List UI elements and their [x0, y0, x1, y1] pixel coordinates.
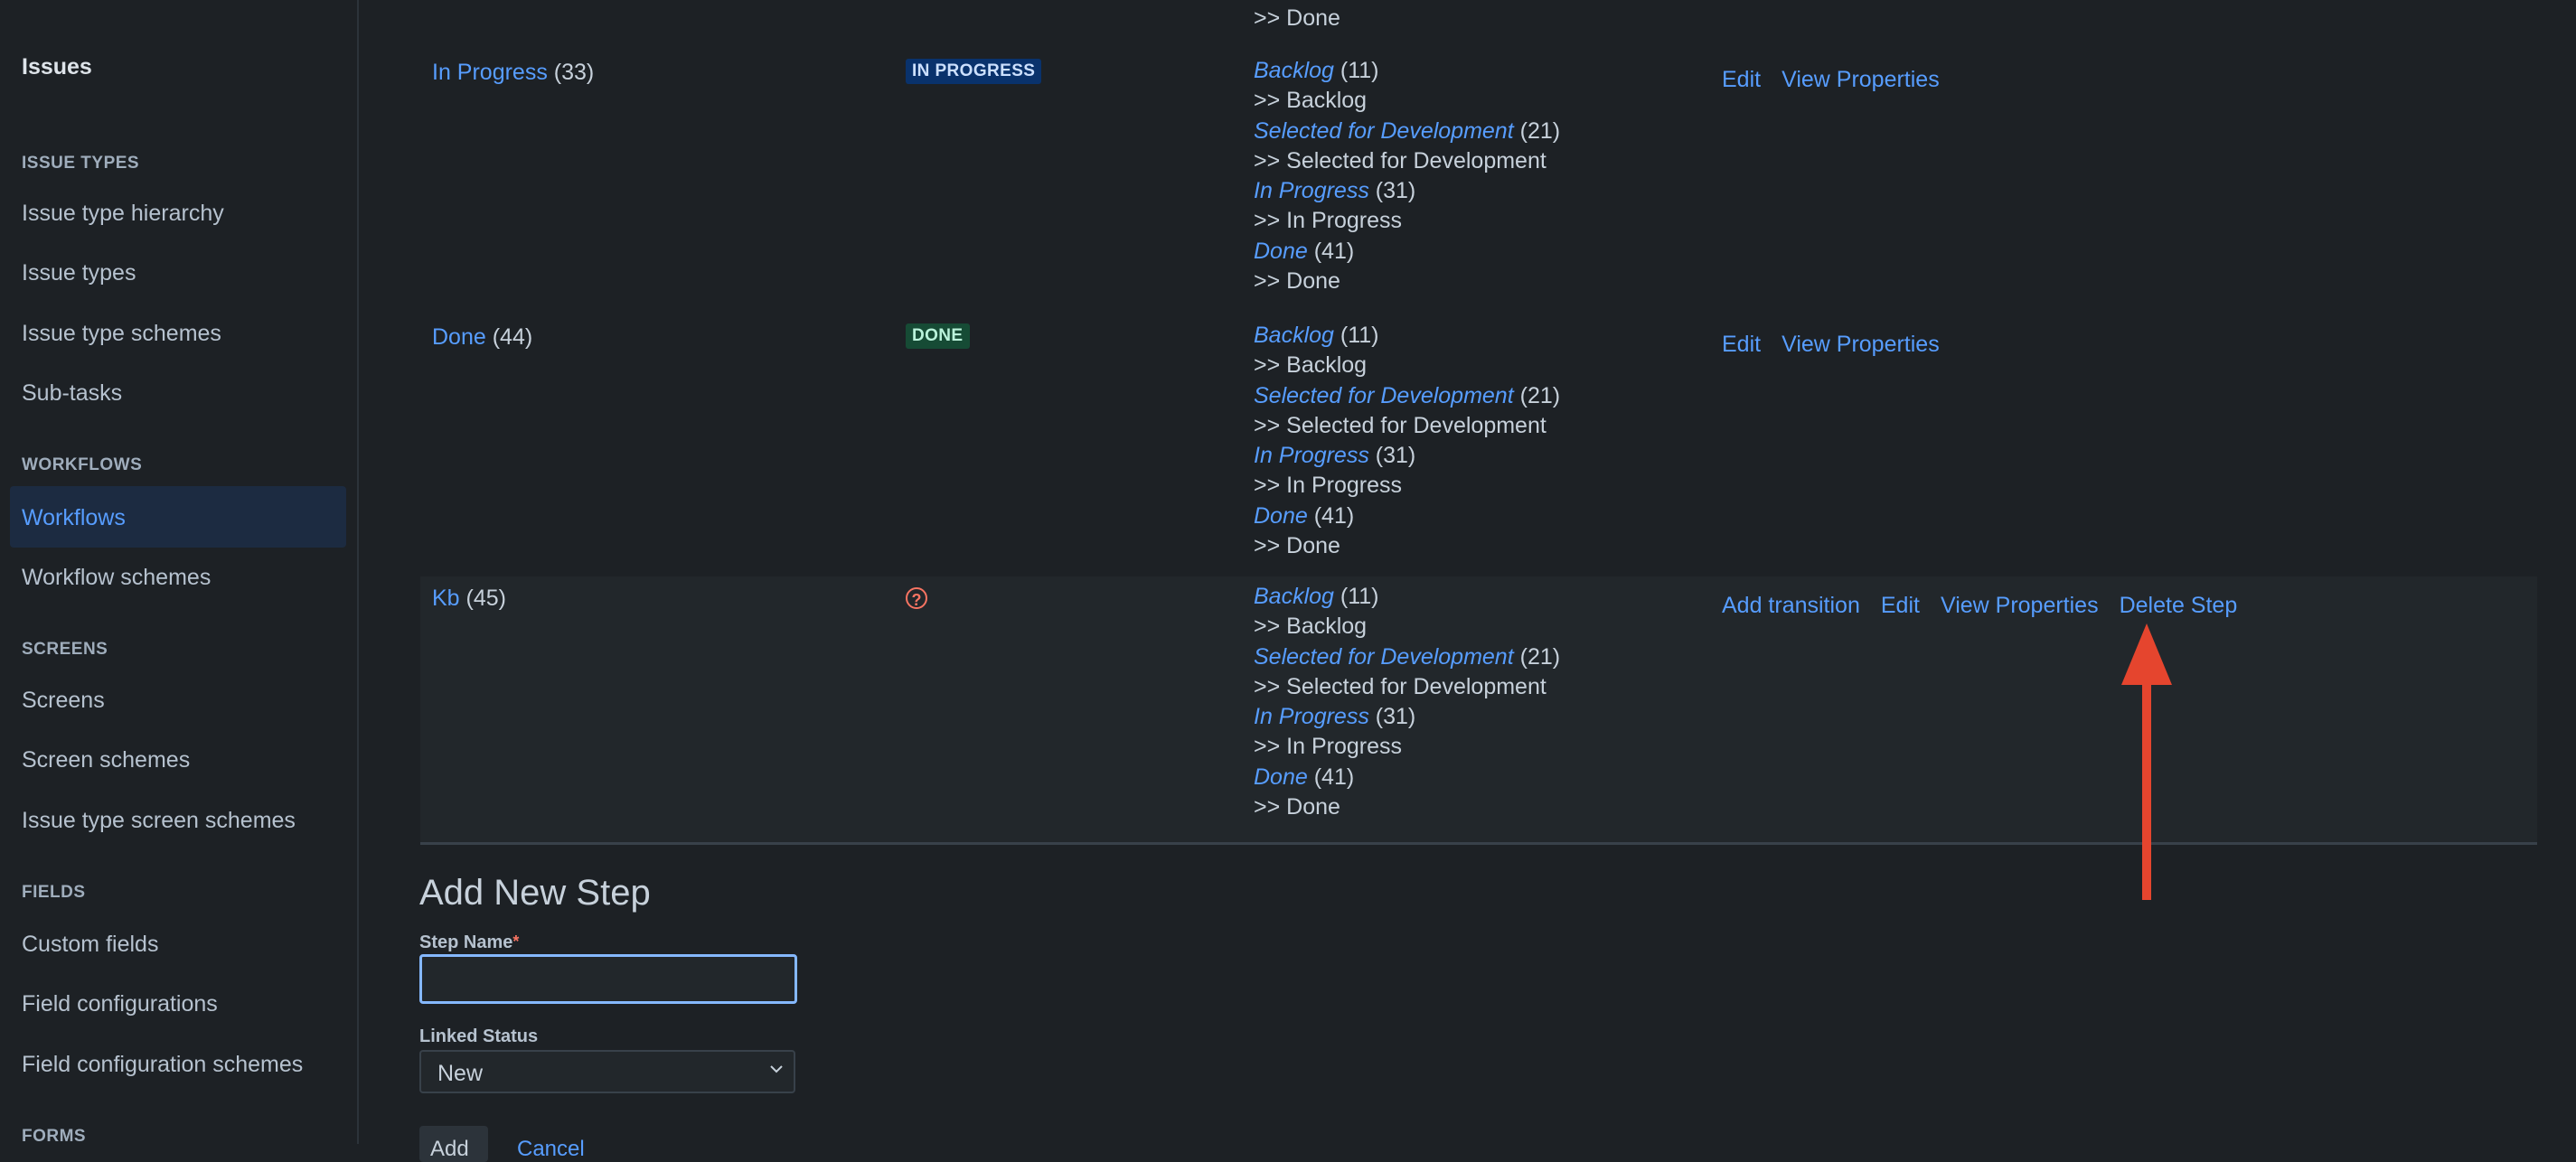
transition-id: (41): [1313, 238, 1355, 264]
transition-link-done[interactable]: Done: [1254, 239, 1308, 264]
transition-target: >> Done: [1254, 268, 1340, 295]
transition-link-selected-for-development[interactable]: Selected for Development: [1254, 644, 1514, 670]
transition-link-selected-for-development[interactable]: Selected for Development: [1254, 118, 1514, 144]
sidebar-item-workflows[interactable]: Workflows: [10, 486, 346, 548]
transition-link-selected-for-development[interactable]: Selected for Development: [1254, 383, 1514, 408]
sidebar-item-workflow-schemes[interactable]: Workflow schemes: [22, 565, 211, 591]
section-heading-screens: SCREENS: [22, 640, 108, 659]
step-name-label-text: Step Name: [419, 932, 513, 952]
transition-target: >> Backlog: [1254, 614, 1368, 640]
add-transition-link[interactable]: Add transition: [1722, 593, 1860, 618]
step-name-link[interactable]: Done: [432, 324, 486, 350]
transition-link-backlog[interactable]: Backlog: [1254, 584, 1334, 609]
sidebar-item-label: Workflows: [22, 505, 126, 530]
transition-id: (31): [1375, 704, 1416, 730]
transition-target: >> Selected for Development: [1254, 147, 1547, 173]
sidebar-item-field-configurations[interactable]: Field configurations: [22, 991, 218, 1017]
add-button[interactable]: Add: [419, 1126, 488, 1162]
transition-id: (11): [1340, 584, 1379, 609]
required-marker: *: [512, 932, 520, 951]
status-badge: IN PROGRESS: [906, 59, 1042, 84]
transition-target: >> In Progress: [1254, 473, 1402, 499]
operations: Add transition Edit View Properties Delete …: [1722, 593, 2258, 619]
transition-id: (31): [1375, 443, 1416, 469]
sidebar-item-issue-type-schemes[interactable]: Issue type schemes: [22, 321, 221, 347]
transition-target: >> Backlog: [1254, 352, 1368, 379]
transition-target: >> Done: [1254, 794, 1340, 820]
transition-id: (11): [1340, 323, 1379, 348]
transition-target: >> In Progress: [1254, 208, 1402, 234]
edit-link[interactable]: Edit: [1722, 332, 1761, 357]
cancel-link[interactable]: Cancel: [517, 1137, 585, 1162]
sidebar-item-sub-tasks[interactable]: Sub-tasks: [22, 380, 122, 407]
sidebar-item-custom-fields[interactable]: Custom fields: [22, 932, 158, 958]
transition-id: (21): [1519, 643, 1561, 670]
view-properties-link[interactable]: View Properties: [1941, 593, 2099, 618]
linked-status-value: New: [437, 1061, 484, 1086]
operations: Edit View Properties: [1722, 67, 1960, 93]
add-new-step-heading: Add New Step: [419, 873, 651, 913]
linked-status-label: Linked Status: [419, 1026, 539, 1046]
transition-target: >> In Progress: [1254, 734, 1402, 760]
transition-id: (21): [1519, 117, 1561, 144]
transition-link-in-progress[interactable]: In Progress: [1254, 704, 1369, 729]
operations: Edit View Properties: [1722, 332, 1960, 358]
transition-link-in-progress[interactable]: In Progress: [1254, 178, 1369, 203]
transition-target: >> Done: [1254, 5, 1340, 31]
section-heading-issue-types: ISSUE TYPES: [22, 154, 140, 173]
edit-link[interactable]: Edit: [1722, 67, 1761, 92]
transition-target: >> Selected for Development: [1254, 412, 1547, 438]
sidebar-item-screen-schemes[interactable]: Screen schemes: [22, 747, 190, 773]
step-name-cell: Kb (45): [432, 586, 506, 612]
sidebar-item-issue-type-screen-schemes[interactable]: Issue type screen schemes: [22, 808, 296, 834]
transition-link-done[interactable]: Done: [1254, 503, 1308, 529]
view-properties-link[interactable]: View Properties: [1782, 332, 1940, 357]
step-id: (44): [492, 324, 533, 350]
transition-id: (31): [1375, 178, 1416, 204]
sidebar-item-screens[interactable]: Screens: [22, 688, 105, 714]
transition-link-done[interactable]: Done: [1254, 764, 1308, 790]
transition-target: >> Done: [1254, 533, 1340, 559]
linked-status-select[interactable]: New: [419, 1050, 795, 1093]
table-row: Done (44) DONE Backlog (11) >> Backlog S…: [420, 321, 2537, 574]
step-id: (45): [465, 586, 507, 611]
transition-target: >> Backlog: [1254, 88, 1368, 114]
transition-id: (41): [1313, 502, 1355, 529]
transition-target: >> Selected for Development: [1254, 673, 1547, 699]
transition-list: Backlog (11) >> Backlog Selected for Dev…: [1254, 321, 1560, 561]
step-name-link[interactable]: In Progress: [432, 60, 548, 85]
sidebar-item-issue-type-hierarchy[interactable]: Issue type hierarchy: [22, 201, 224, 227]
status-badge: DONE: [906, 323, 970, 349]
view-properties-link[interactable]: View Properties: [1782, 67, 1940, 92]
transition-link-in-progress[interactable]: In Progress: [1254, 443, 1369, 468]
sidebar-item-field-configuration-schemes[interactable]: Field configuration schemes: [22, 1052, 303, 1078]
transition-list: Backlog (11) >> Backlog Selected for Dev…: [1254, 582, 1560, 822]
step-name-label: Step Name*: [419, 932, 519, 953]
step-name-input[interactable]: [419, 954, 797, 1004]
transition-id: (21): [1519, 382, 1561, 408]
question-circle-icon: ?: [906, 587, 927, 609]
table-row-selected: Kb (45) ? Backlog (11) >> Backlog Select…: [420, 576, 2537, 845]
delete-step-link[interactable]: Delete Step: [2120, 593, 2238, 618]
transition-id: (41): [1313, 764, 1355, 790]
chevron-down-icon: [770, 1065, 783, 1073]
transition-link-backlog[interactable]: Backlog: [1254, 323, 1334, 348]
transition-list: Backlog (11) >> Backlog Selected for Dev…: [1254, 56, 1560, 296]
edit-link[interactable]: Edit: [1881, 593, 1920, 618]
table-row: In Progress (33) IN PROGRESS Backlog (11…: [420, 56, 2537, 309]
step-id: (33): [553, 60, 595, 85]
sidebar-item-issue-types[interactable]: Issue types: [22, 260, 136, 286]
step-name-cell: In Progress (33): [432, 60, 594, 86]
transition-link-backlog[interactable]: Backlog: [1254, 58, 1334, 83]
annotation-arrow-icon: [2121, 623, 2172, 900]
transition-id: (11): [1340, 58, 1379, 83]
section-heading-fields: FIELDS: [22, 883, 86, 902]
sidebar: Issues ISSUE TYPES Issue type hierarchy …: [0, 0, 359, 1146]
section-heading-workflows: WORKFLOWS: [22, 455, 143, 474]
sidebar-title: Issues: [22, 54, 92, 80]
step-name-link[interactable]: Kb: [432, 586, 460, 611]
step-name-cell: Done (44): [432, 324, 532, 351]
